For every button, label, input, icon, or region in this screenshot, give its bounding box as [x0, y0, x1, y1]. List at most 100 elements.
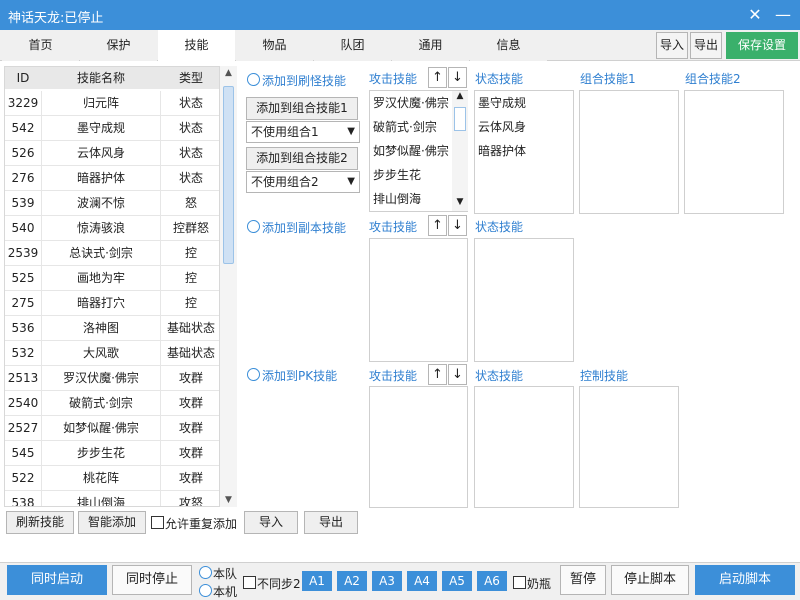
start-script-button[interactable]: 启动脚本	[695, 565, 795, 595]
dungeon-skills-radio[interactable]	[247, 220, 260, 233]
list-item[interactable]: 步步生花	[373, 163, 421, 187]
list-item[interactable]: 如梦似醒·佛宗	[373, 139, 449, 163]
skill-table-scrollbar[interactable]: ▲ ▼	[220, 66, 237, 507]
potion-checkbox[interactable]	[513, 576, 526, 589]
tab-protect[interactable]: 保护	[80, 30, 157, 61]
farm-skills-radio[interactable]	[247, 73, 260, 86]
list-item[interactable]: 墨守成规	[478, 91, 526, 115]
list-item[interactable]: 排山倒海	[373, 187, 421, 211]
table-row[interactable]: 3229 归元阵 状态	[5, 91, 219, 116]
dungeon-attack-list[interactable]	[369, 238, 468, 362]
scroll-up-icon[interactable]: ▲	[452, 91, 468, 105]
tab-team[interactable]: 队团	[314, 30, 391, 61]
pk-move-up-button[interactable]: ↑	[428, 364, 447, 385]
import-skills-button[interactable]: 导入	[244, 511, 298, 534]
table-row[interactable]: 532 大风歌 基础状态	[5, 341, 219, 366]
scroll-thumb[interactable]	[454, 107, 466, 131]
scroll-up-icon[interactable]: ▲	[220, 66, 237, 80]
export-skills-button[interactable]: 导出	[304, 511, 358, 534]
title-bar: 神话天龙:已停止 ✕ —	[0, 0, 800, 30]
list-item[interactable]: 罗汉伏魔·佛宗	[373, 91, 449, 115]
table-row[interactable]: 276 暗器护体 状态	[5, 166, 219, 191]
cell-id: 2513	[7, 371, 39, 385]
allow-duplicate-checkbox[interactable]	[151, 516, 164, 529]
table-row[interactable]: 538 排山倒海 攻怒	[5, 491, 219, 506]
smart-add-button[interactable]: 智能添加	[78, 511, 146, 534]
farm-move-up-button[interactable]: ↑	[428, 67, 447, 88]
table-row[interactable]: 2513 罗汉伏魔·佛宗 攻群	[5, 366, 219, 391]
farm-move-down-button[interactable]: ↓	[448, 67, 467, 88]
pk-control-list[interactable]	[579, 386, 679, 508]
table-row[interactable]: 275 暗器打穴 控	[5, 291, 219, 316]
no-sync-checkbox[interactable]	[243, 576, 256, 589]
tab-skills[interactable]: 技能	[158, 30, 235, 61]
table-row[interactable]: 2540 破箭式·剑宗 攻群	[5, 391, 219, 416]
add-combo1-button[interactable]: 添加到组合技能1	[246, 97, 358, 120]
add-combo2-button[interactable]: 添加到组合技能2	[246, 147, 358, 170]
table-row[interactable]: 526 云体风身 状态	[5, 141, 219, 166]
pk-status-list[interactable]	[474, 386, 574, 508]
minimize-icon[interactable]: —	[772, 4, 794, 26]
table-row[interactable]: 540 惊涛骇浪 控群怒	[5, 216, 219, 241]
table-row[interactable]: 536 洛神图 基础状态	[5, 316, 219, 341]
scroll-down-icon[interactable]: ▼	[452, 197, 468, 211]
cell-type: 控	[184, 271, 197, 285]
farm-status-list[interactable]: 墨守成规 云体风身 暗器护体	[474, 90, 574, 214]
farm-combo2-list[interactable]	[684, 90, 784, 214]
save-settings-button[interactable]: 保存设置	[726, 32, 798, 59]
cell-id: 2527	[7, 421, 39, 435]
table-row[interactable]: 2539 总诀式·剑宗 控	[5, 241, 219, 266]
pk-move-down-button[interactable]: ↓	[448, 364, 467, 385]
local-radio[interactable]	[199, 584, 212, 597]
close-icon[interactable]: ✕	[744, 4, 766, 26]
stop-all-button[interactable]: 同时停止	[112, 565, 192, 595]
tab-general[interactable]: 通用	[392, 30, 469, 61]
table-row[interactable]: 525 画地为牢 控	[5, 266, 219, 291]
cell-type: 控	[184, 246, 197, 260]
start-all-button[interactable]: 同时启动	[7, 565, 107, 595]
chevron-down-icon: ▼	[347, 126, 355, 137]
cell-id: 525	[11, 271, 35, 285]
table-row[interactable]: 545 步步生花 攻群	[5, 441, 219, 466]
farm-attack-list[interactable]: 罗汉伏魔·佛宗 破箭式·剑宗 如梦似醒·佛宗 步步生花 排山倒海 ▲ ▼	[369, 90, 468, 212]
dungeon-status-list[interactable]	[474, 238, 574, 362]
combo2-select[interactable]: 不使用组合2 ▼	[246, 171, 360, 193]
import-settings-button[interactable]: 导入	[656, 32, 688, 59]
team-radio[interactable]	[199, 566, 212, 579]
cell-name: 排山倒海	[41, 491, 161, 506]
table-row[interactable]: 2527 如梦似醒·佛宗 攻群	[5, 416, 219, 441]
tab-items[interactable]: 物品	[236, 30, 313, 61]
a6-button[interactable]: A6	[477, 571, 507, 591]
pk-status-label: 状态技能	[475, 369, 524, 383]
a5-button[interactable]: A5	[442, 571, 472, 591]
table-row[interactable]: 522 桃花阵 攻群	[5, 466, 219, 491]
scroll-thumb[interactable]	[223, 86, 234, 264]
export-settings-button[interactable]: 导出	[690, 32, 722, 59]
a3-button[interactable]: A3	[372, 571, 402, 591]
cell-id: 540	[11, 221, 35, 235]
pk-skills-radio[interactable]	[247, 368, 260, 381]
a2-button[interactable]: A2	[337, 571, 367, 591]
farm-combo1-list[interactable]	[579, 90, 679, 214]
pk-attack-list[interactable]	[369, 386, 468, 508]
pause-button[interactable]: 暂停	[560, 565, 606, 595]
refresh-skills-button[interactable]: 刷新技能	[6, 511, 74, 534]
dungeon-move-down-button[interactable]: ↓	[448, 215, 467, 236]
dungeon-move-up-button[interactable]: ↑	[428, 215, 447, 236]
tab-info[interactable]: 信息	[470, 30, 547, 61]
table-row[interactable]: 539 波澜不惊 怒	[5, 191, 219, 216]
a1-button[interactable]: A1	[302, 571, 332, 591]
combo1-select[interactable]: 不使用组合1 ▼	[246, 121, 360, 143]
list-item[interactable]: 破箭式·剑宗	[373, 115, 437, 139]
dungeon-skills-label: 添加到副本技能	[262, 221, 347, 235]
list-item[interactable]: 暗器护体	[478, 139, 526, 163]
scroll-down-icon[interactable]: ▼	[220, 493, 237, 507]
table-row[interactable]: 542 墨守成规 状态	[5, 116, 219, 141]
cell-type: 基础状态	[166, 346, 215, 360]
a4-button[interactable]: A4	[407, 571, 437, 591]
farm-attack-scrollbar[interactable]: ▲ ▼	[452, 91, 468, 211]
list-item[interactable]: 云体风身	[478, 115, 526, 139]
stop-script-button[interactable]: 停止脚本	[611, 565, 689, 595]
tab-home[interactable]: 首页	[2, 30, 79, 61]
allow-duplicate-label: 允许重复添加	[165, 517, 238, 531]
